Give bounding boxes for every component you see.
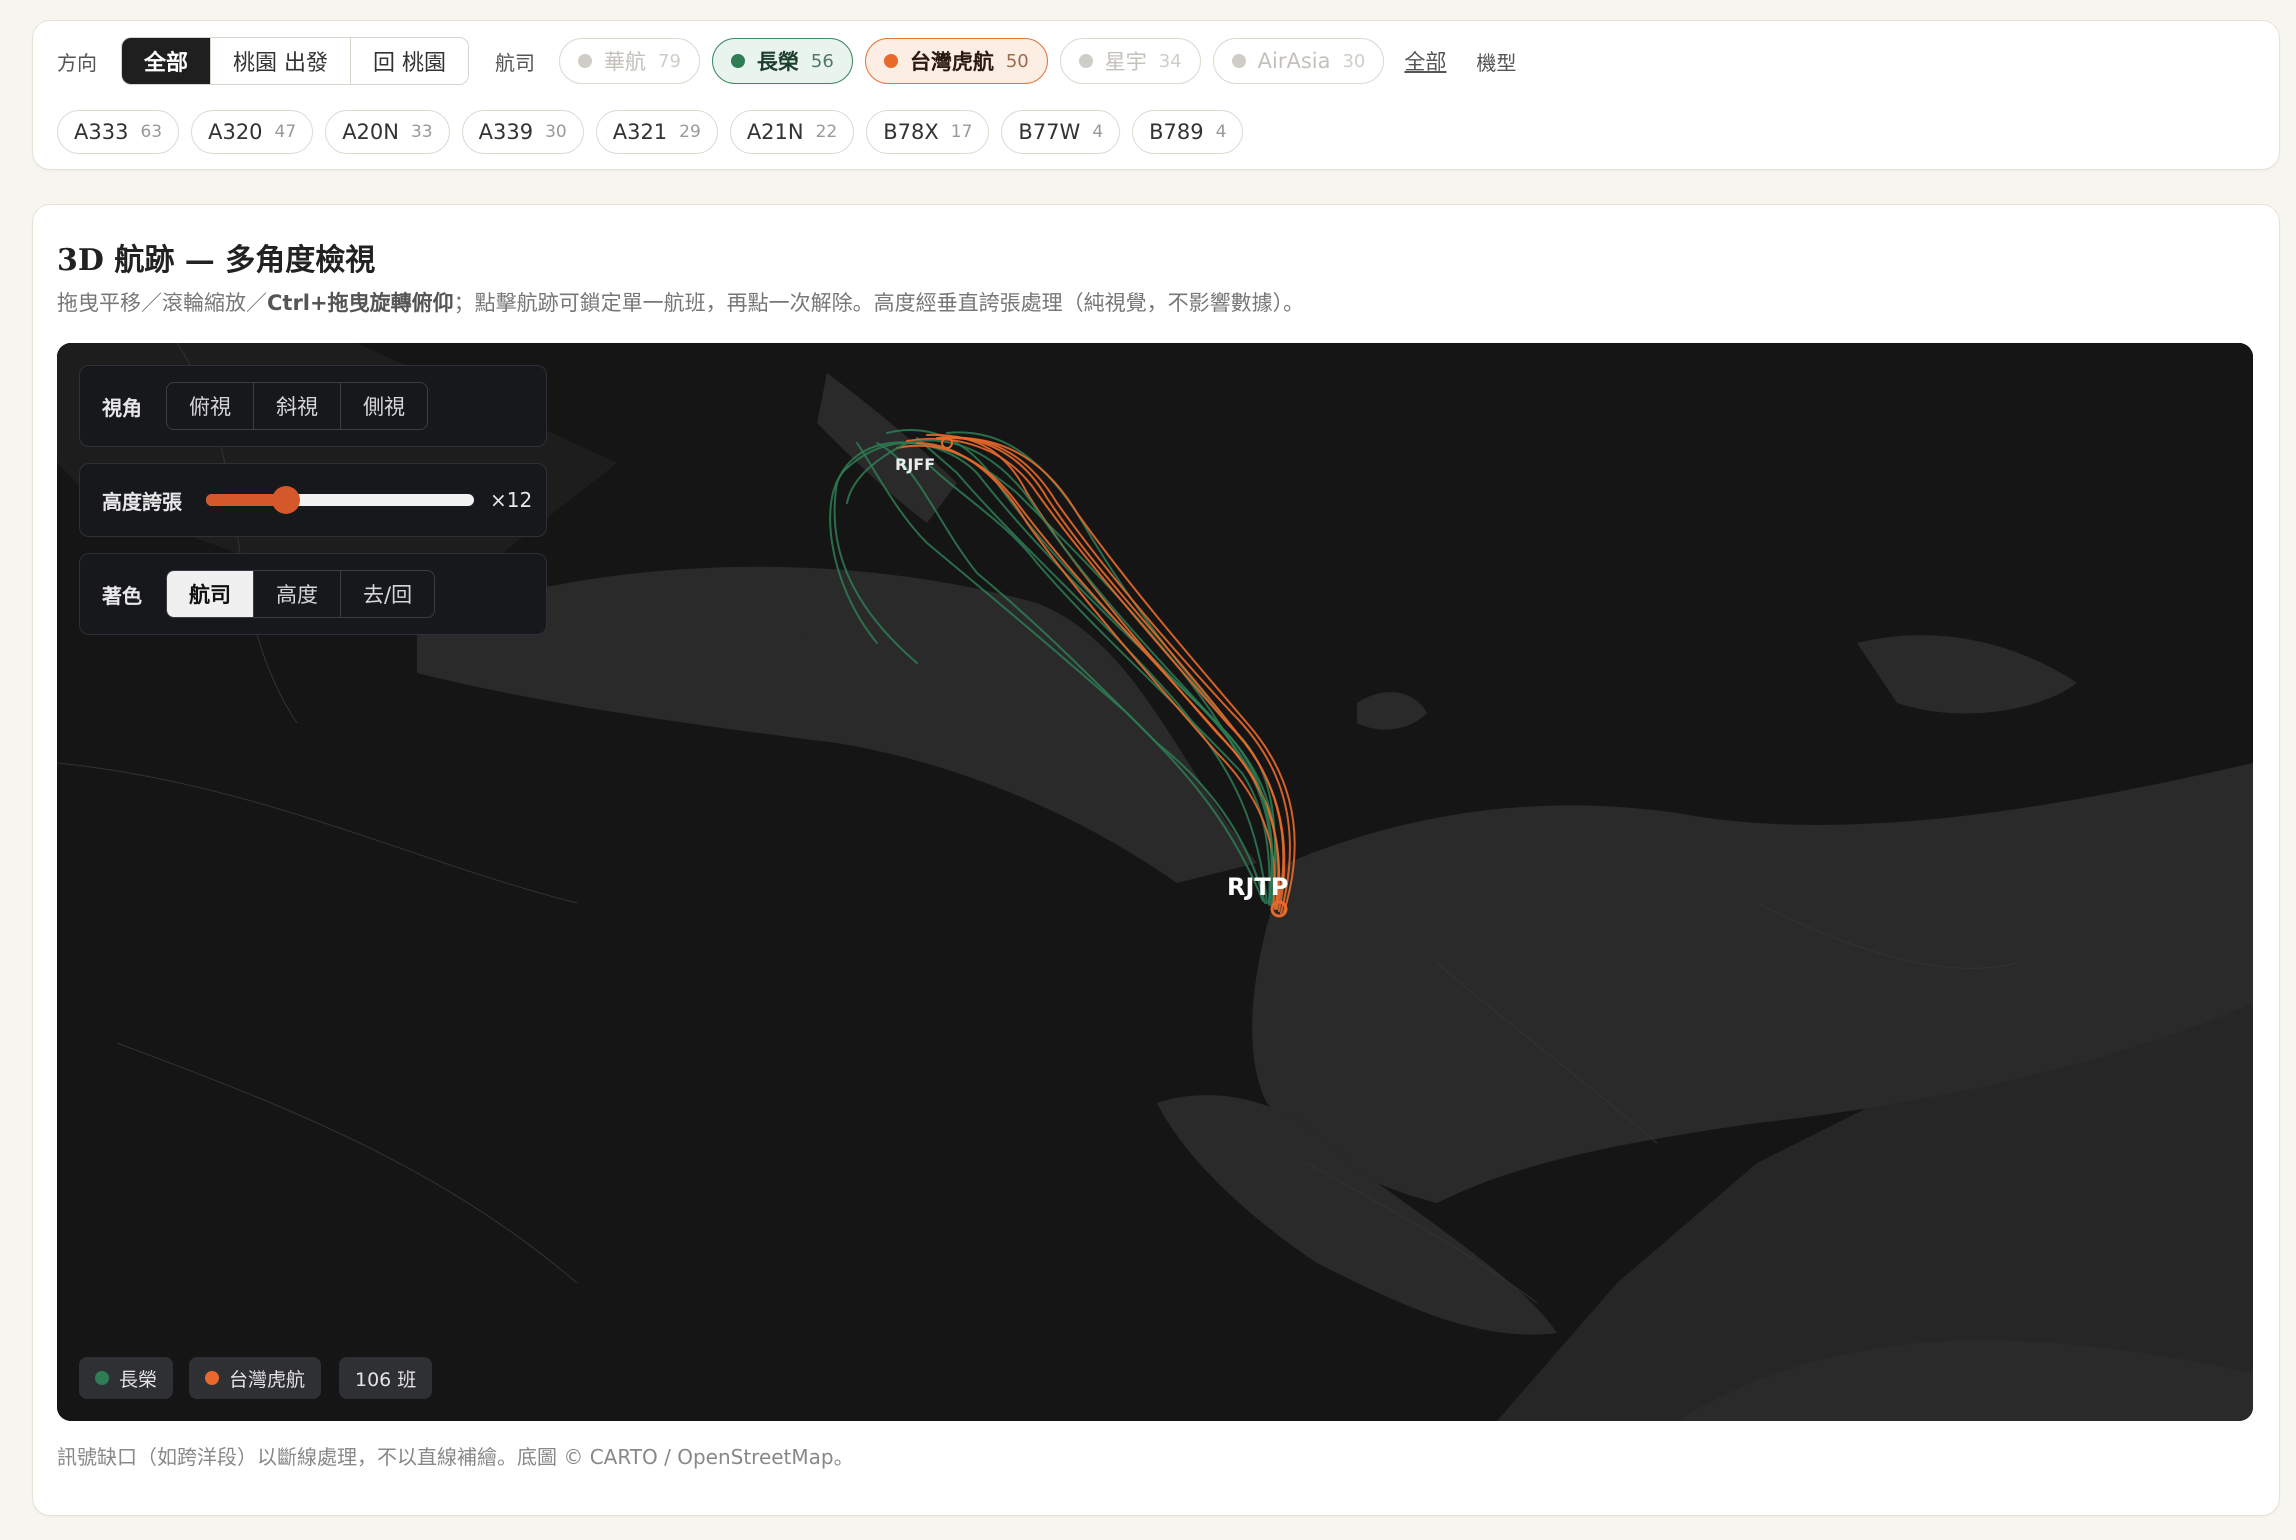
flight-track-map[interactable]: RJTP RJFF 視角 俯視 斜視 側視 高度誇張 ×12 著色 航司 高度 … — [57, 343, 2253, 1421]
direction-segmented: 全部 桃園 出發 回 桃園 — [121, 37, 470, 85]
airline-chip-starlux[interactable]: 星宇 34 — [1059, 38, 1201, 84]
color-mode-label: 著色 — [102, 583, 142, 608]
aircraft-count: 47 — [274, 122, 297, 142]
slider-thumb[interactable] — [272, 486, 301, 514]
airline-chip-tigerair[interactable]: 台灣虎航 50 — [864, 38, 1048, 84]
aircraft-count: 29 — [679, 122, 701, 142]
view-angle-label: 視角 — [102, 395, 142, 420]
color-altitude-button[interactable]: 高度 — [254, 571, 341, 617]
airline-count: 56 — [810, 50, 834, 72]
map-desc-text: 拖曳平移／滾輪縮放／ — [57, 291, 267, 315]
aircraft-code: A333 — [74, 120, 129, 144]
aircraft-chip[interactable]: A21N 22 — [729, 110, 855, 154]
airline-count: 30 — [1342, 50, 1366, 72]
airline-dot-icon — [578, 54, 593, 68]
altitude-exaggeration-panel: 高度誇張 ×12 — [79, 463, 547, 537]
airline-count: 79 — [658, 50, 681, 72]
aircraft-code: B77W — [1018, 120, 1081, 144]
legend-label: 長榮 — [119, 1368, 158, 1391]
airline-label: 航司 — [495, 50, 536, 75]
airport-label-dest: RJFF — [895, 455, 936, 474]
filter-card: 方向 全部 桃園 出發 回 桃園 航司 華航 79 長榮 56 台灣虎航 50 … — [32, 20, 2280, 170]
map-desc-emphasis: Ctrl+拖曳旋轉俯仰 — [267, 291, 454, 315]
direction-return-button[interactable]: 回 桃園 — [351, 38, 469, 84]
map-description: 拖曳平移／滾輪縮放／Ctrl+拖曳旋轉俯仰；點擊航跡可鎖定單一航班，再點一次解除… — [57, 287, 1304, 317]
altitude-exaggeration-value: ×12 — [490, 488, 533, 512]
aircraft-count: 30 — [545, 122, 567, 142]
map-footnote: 訊號缺口（如跨洋段）以斷線處理，不以直線補繪。底圖 © CARTO / Open… — [57, 1445, 854, 1469]
aircraft-count: 22 — [815, 122, 838, 142]
aircraft-count: 33 — [410, 122, 433, 142]
airport-label-origin: RJTP — [1227, 873, 1289, 901]
airline-dot-icon — [883, 54, 898, 68]
airline-all-link[interactable]: 全部 — [1404, 46, 1446, 76]
airline-name: 星宇 — [1104, 50, 1147, 74]
aircraft-code: A320 — [208, 120, 263, 144]
map-card: 3D 航跡 — 多角度檢視 拖曳平移／滾輪縮放／Ctrl+拖曳旋轉俯仰；點擊航跡… — [32, 204, 2280, 1516]
airline-name: 長榮 — [756, 50, 799, 74]
aircraft-label: 機型 — [1476, 50, 1517, 75]
airline-count: 50 — [1005, 50, 1029, 72]
view-top-button[interactable]: 俯視 — [167, 383, 254, 429]
aircraft-chip[interactable]: A333 63 — [57, 110, 180, 154]
direction-all-button[interactable]: 全部 — [122, 38, 212, 84]
filter-row-aircraft: A333 63 A320 47 A20N 33 A339 30 A321 29 A21N 2… — [57, 109, 1255, 155]
airline-name: 台灣虎航 — [909, 50, 994, 74]
aircraft-count: 4 — [1092, 122, 1104, 142]
view-angle-segmented: 俯視 斜視 側視 — [166, 382, 428, 430]
legend-dot-icon — [205, 1371, 219, 1385]
aircraft-chip[interactable]: A320 47 — [191, 110, 314, 154]
aircraft-chip[interactable]: A321 29 — [595, 110, 718, 154]
filter-row-direction-airline: 方向 全部 桃園 出發 回 桃園 航司 華航 79 長榮 56 台灣虎航 50 … — [57, 37, 1516, 85]
aircraft-chip[interactable]: B78X 17 — [866, 110, 990, 154]
flight-count: 106 班 — [355, 1368, 417, 1391]
color-mode-panel: 著色 航司 高度 去/回 — [79, 553, 547, 635]
aircraft-code: A21N — [746, 120, 804, 144]
legend-flight-count: 106 班 — [339, 1357, 433, 1399]
color-mode-segmented: 航司 高度 去/回 — [166, 570, 436, 618]
aircraft-code: B78X — [883, 120, 939, 144]
view-side-button[interactable]: 側視 — [341, 383, 427, 429]
airline-dot-icon — [1231, 54, 1246, 68]
aircraft-chip[interactable]: B77W 4 — [1001, 110, 1121, 154]
airline-count: 34 — [1158, 50, 1182, 72]
color-airline-button[interactable]: 航司 — [167, 571, 254, 617]
color-direction-button[interactable]: 去/回 — [341, 571, 434, 617]
aircraft-chip[interactable]: A339 30 — [461, 110, 584, 154]
aircraft-chip[interactable]: A20N 33 — [325, 110, 450, 154]
aircraft-code: A20N — [342, 120, 399, 144]
aircraft-code: A321 — [612, 120, 668, 144]
map-title: 3D 航跡 — 多角度檢視 — [57, 243, 376, 278]
legend-dot-icon — [95, 1371, 109, 1385]
legend-label: 台灣虎航 — [229, 1368, 306, 1391]
direction-depart-button[interactable]: 桃園 出發 — [211, 38, 352, 84]
airline-name: AirAsia — [1257, 49, 1331, 73]
map-desc-text-2: ；點擊航跡可鎖定單一航班，再點一次解除。高度經垂直誇張處理（純視覺，不影響數據）… — [453, 291, 1305, 315]
aircraft-code: A339 — [478, 120, 534, 144]
direction-label: 方向 — [57, 50, 97, 75]
aircraft-count: 63 — [140, 122, 163, 142]
altitude-exaggeration-label: 高度誇張 — [102, 489, 182, 514]
aircraft-count: 4 — [1215, 122, 1227, 142]
aircraft-chip[interactable]: B789 4 — [1132, 110, 1244, 154]
altitude-exaggeration-slider[interactable] — [206, 486, 474, 514]
legend-item-evr: 長榮 — [79, 1357, 174, 1399]
view-angle-panel: 視角 俯視 斜視 側視 — [79, 365, 547, 447]
aircraft-code: B789 — [1149, 120, 1204, 144]
airline-chip-airasia[interactable]: AirAsia 30 — [1212, 38, 1385, 84]
airline-chip-cal[interactable]: 華航 79 — [559, 38, 700, 84]
airline-dot-icon — [730, 54, 745, 68]
airline-chip-evr[interactable]: 長榮 56 — [711, 38, 853, 84]
airline-name: 華航 — [604, 50, 647, 74]
legend-item-tigerair: 台灣虎航 — [189, 1357, 322, 1399]
view-oblique-button[interactable]: 斜視 — [254, 383, 341, 429]
airline-dot-icon — [1078, 54, 1093, 68]
aircraft-count: 17 — [950, 122, 973, 142]
